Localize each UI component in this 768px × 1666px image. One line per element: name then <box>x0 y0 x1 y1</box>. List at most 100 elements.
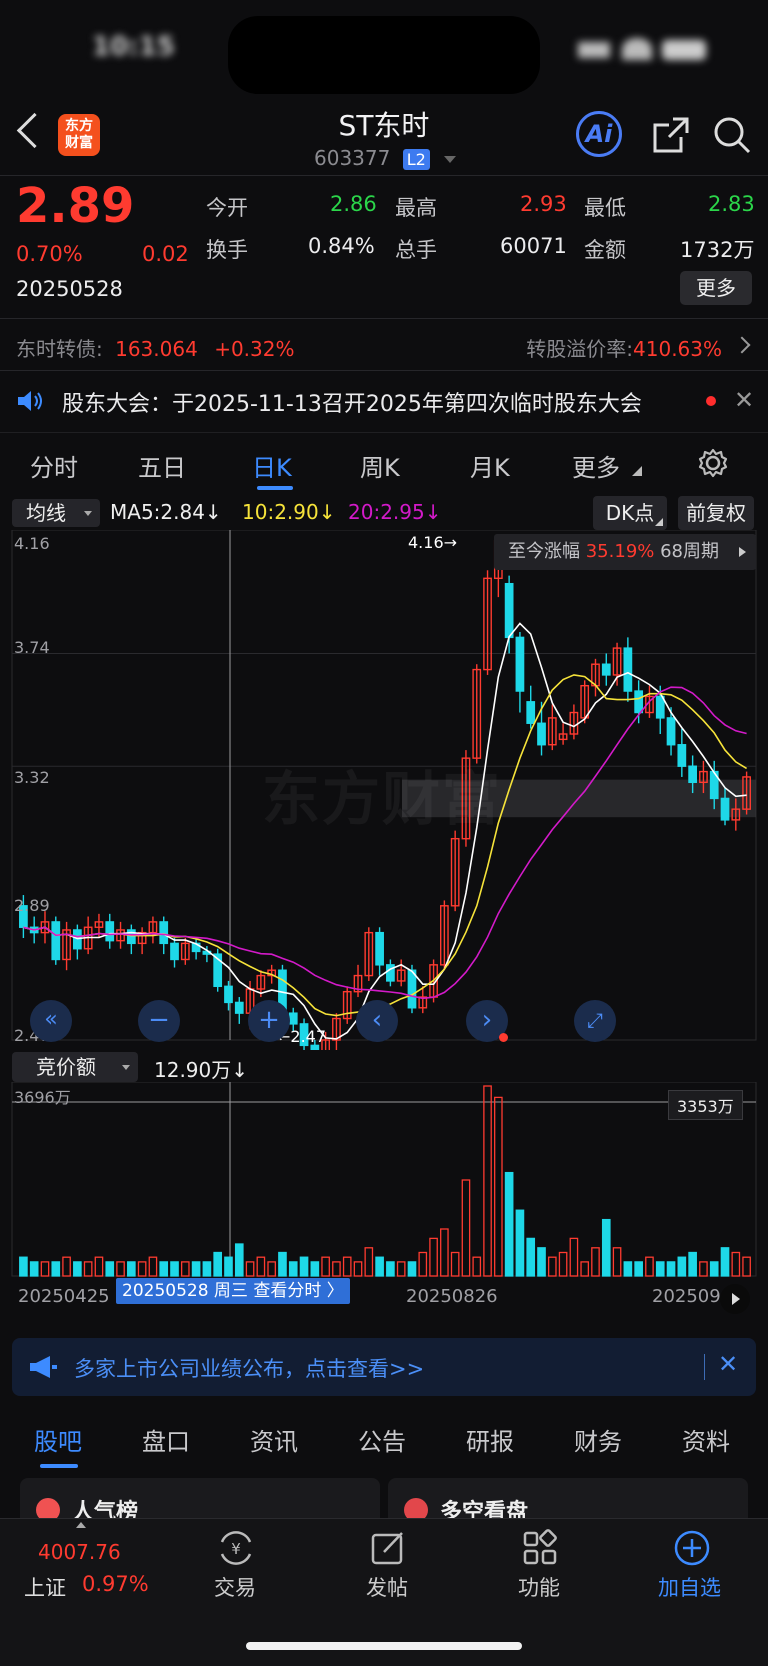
share-icon[interactable] <box>651 115 691 155</box>
price-tick-2: 3.74 <box>14 638 50 657</box>
dk-point-button[interactable]: DK点 <box>593 496 667 530</box>
volume-bar <box>170 1261 179 1277</box>
volume-bar <box>569 1237 579 1277</box>
ma-selector[interactable]: 均线 <box>12 499 100 527</box>
notice-text[interactable]: 股东大会：于2025-11-13召开2025年第四次临时股东大会 <box>62 386 642 418</box>
stock-code-row[interactable]: 603377 L2 <box>314 146 457 170</box>
bond-price: 163.064 <box>115 337 198 361</box>
date-tick-3: 202509 <box>652 1286 721 1307</box>
close-icon[interactable]: ✕ <box>718 1350 738 1378</box>
volume-bar <box>224 1256 233 1277</box>
close-icon[interactable]: ✕ <box>734 386 754 414</box>
volume-bar <box>418 1251 428 1277</box>
candle-body <box>51 921 61 961</box>
long-short-card[interactable]: 多空看盘 <box>388 1478 748 1525</box>
bond-label: 东时转债: <box>16 337 103 361</box>
tab-yanbao[interactable]: 研报 <box>466 1422 514 1457</box>
tab-guba[interactable]: 股吧 <box>34 1422 82 1457</box>
volume-bar <box>73 1261 82 1277</box>
prev-icon[interactable]: ‹ <box>356 1000 398 1042</box>
function-icon[interactable] <box>520 1528 560 1568</box>
gear-icon[interactable] <box>698 448 728 478</box>
volume-selector[interactable]: 竞价额 <box>12 1052 138 1082</box>
volume-bar <box>612 1247 622 1277</box>
volume-bar <box>742 1256 751 1277</box>
bond-row[interactable]: 东时转债: 163.064 +0.32% 转股溢价率:410.63% <box>16 333 752 362</box>
price-tick-3: 3.32 <box>14 768 50 787</box>
tab-indicator <box>257 486 293 490</box>
trade-label[interactable]: 交易 <box>214 1572 256 1602</box>
dynamic-island <box>228 16 540 94</box>
volume-bar <box>547 1256 557 1277</box>
volume-bar <box>299 1256 309 1277</box>
tab-zhouk[interactable]: 周K <box>360 448 400 483</box>
volume-bar <box>116 1261 125 1277</box>
zoom-out-icon[interactable]: − <box>138 1000 180 1042</box>
volume-bar <box>558 1251 568 1277</box>
chevron-down-icon <box>122 1065 130 1070</box>
volume-bar <box>94 1256 104 1277</box>
trade-icon[interactable]: ¥ <box>216 1528 256 1568</box>
volume-value: 12.90万↓ <box>154 1058 249 1082</box>
tab-yuek[interactable]: 月K <box>470 448 510 483</box>
volume-bar <box>19 1256 28 1277</box>
level-badge: L2 <box>402 149 430 170</box>
open-value: 2.86 <box>330 192 377 216</box>
zoom-in-icon[interactable]: + <box>248 1000 290 1042</box>
more-button[interactable]: 更多 <box>680 271 752 305</box>
cursor-date-label[interactable]: 20250528 周三 查看分时 〉 <box>116 1278 350 1304</box>
volume-bar <box>591 1247 600 1277</box>
candle-body <box>720 797 730 821</box>
post-label[interactable]: 发帖 <box>366 1572 408 1602</box>
volume-bar <box>159 1261 169 1277</box>
function-label[interactable]: 功能 <box>518 1572 560 1602</box>
low-value: 2.83 <box>708 192 755 216</box>
volume-bar <box>526 1237 536 1277</box>
volume-bar <box>353 1261 363 1277</box>
volume-bar <box>396 1261 406 1277</box>
chevron-right-icon <box>733 336 751 354</box>
tab-fenshi[interactable]: 分时 <box>30 448 78 483</box>
ma10-value: 10:2.90↓ <box>242 500 336 524</box>
index-name: 上证 <box>24 1576 66 1600</box>
tab-zixun[interactable]: 资讯 <box>250 1422 298 1457</box>
news-bar[interactable]: 多家上市公司业绩公布，点击查看>> ✕ <box>12 1338 756 1396</box>
gain-box[interactable]: 至今涨幅 35.19% 68周期 <box>494 534 756 570</box>
volume-bar <box>310 1261 320 1277</box>
hot-rank-card[interactable]: 人气榜 <box>20 1478 380 1525</box>
candle-body <box>310 1044 320 1050</box>
open-label: 今开 <box>206 196 248 220</box>
scroll-right-button[interactable] <box>720 1284 750 1314</box>
stock-code: 603377 <box>314 146 391 170</box>
tab-ziliao[interactable]: 资料 <box>682 1422 730 1457</box>
ai-button[interactable]: Ai <box>576 111 622 157</box>
tab-caiwu[interactable]: 财务 <box>574 1422 622 1457</box>
chevron-down-icon <box>444 156 457 163</box>
candle-body <box>677 744 687 767</box>
volume-bar <box>709 1261 719 1277</box>
period-label: 68周期 <box>660 541 720 562</box>
volume-bar <box>342 1256 352 1277</box>
tab-pankou[interactable]: 盘口 <box>142 1422 190 1457</box>
add-watch-label[interactable]: 加自选 <box>658 1572 721 1602</box>
volume-bar <box>515 1209 525 1277</box>
candle-body <box>666 717 676 746</box>
tab-wuri[interactable]: 五日 <box>138 448 186 483</box>
adjust-button[interactable]: 前复权 <box>678 496 754 530</box>
fullscreen-icon[interactable]: ⤢ <box>574 1000 616 1042</box>
home-indicator <box>246 1642 522 1650</box>
tab-more[interactable]: 更多 <box>572 448 620 483</box>
turnover-value: 0.84% <box>308 234 375 258</box>
search-icon[interactable] <box>712 115 752 155</box>
tab-rik[interactable]: 日K <box>252 448 292 483</box>
volume-bar <box>472 1256 482 1277</box>
divider <box>0 432 768 433</box>
rewind-icon[interactable]: « <box>30 1000 72 1042</box>
volume-bar <box>29 1261 39 1277</box>
index-value[interactable]: 4007.76 <box>38 1540 121 1564</box>
tab-gonggao[interactable]: 公告 <box>358 1422 406 1457</box>
next-icon[interactable]: › <box>466 1000 508 1042</box>
add-watch-icon[interactable] <box>672 1528 712 1568</box>
post-icon[interactable] <box>368 1528 408 1568</box>
volume-chart[interactable] <box>0 1082 768 1278</box>
